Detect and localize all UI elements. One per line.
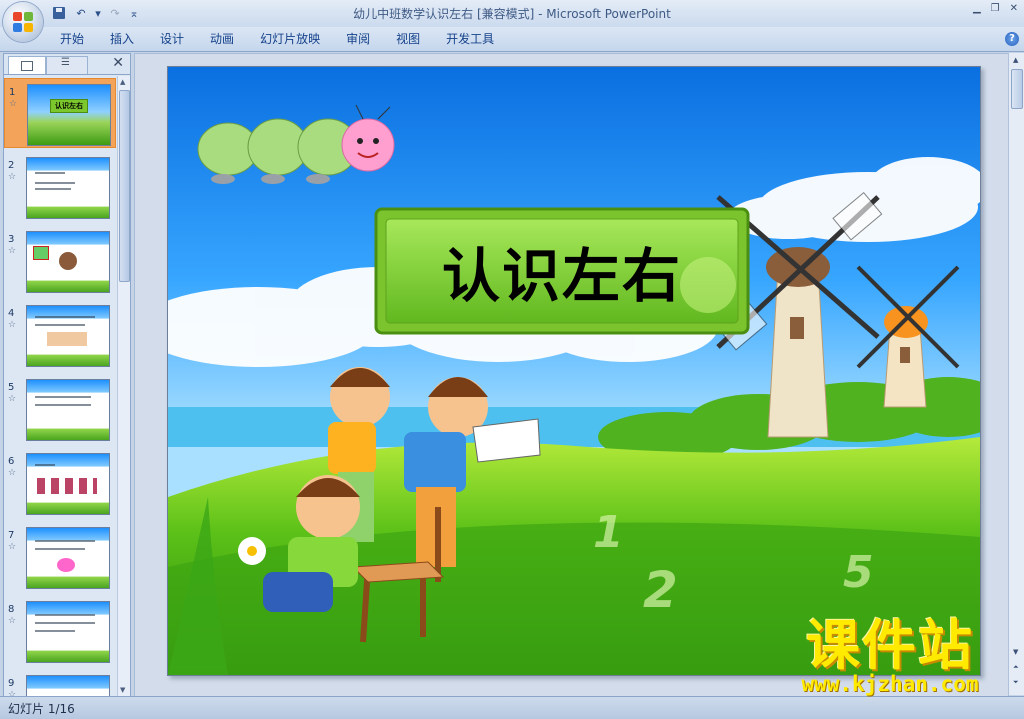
watermark-logo: 课件站 — [806, 614, 974, 677]
star-icon: ☆ — [8, 172, 17, 182]
slide-tab-icon — [21, 61, 33, 71]
slide-title[interactable]: 认识左右 — [376, 243, 748, 309]
close-icon[interactable]: ✕ — [112, 55, 124, 71]
outline-tab[interactable]: ☰ — [46, 56, 88, 74]
restore-button[interactable]: ❐ — [991, 3, 1000, 14]
tab-home[interactable]: 开始 — [47, 30, 97, 48]
office-button-icon — [13, 12, 33, 32]
slide-thumbnail[interactable]: 4 ☆ — [4, 300, 116, 370]
svg-text:1: 1 — [593, 507, 624, 558]
slide-indicator: 幻灯片 1/16 — [8, 702, 75, 716]
tab-view[interactable]: 视图 — [383, 30, 433, 48]
outline-tab-icon: ☰ — [61, 57, 70, 68]
help-icon[interactable]: ? — [1005, 32, 1019, 46]
tab-developer[interactable]: 开发工具 — [433, 30, 507, 48]
thumbnail-title: 认识左右 — [50, 99, 88, 113]
previous-slide-icon[interactable]: ⏶ — [1013, 663, 1019, 672]
tab-design[interactable]: 设计 — [147, 30, 197, 48]
slide-thumbnail[interactable]: 6 ☆ — [4, 448, 116, 518]
title-bar: ↶ ▾ ↷ ⌅ 幼儿中班数学认识左右 [兼容模式] - Microsoft Po… — [0, 0, 1024, 27]
scroll-thumb[interactable] — [1011, 69, 1023, 109]
thumbnail-image — [26, 601, 110, 663]
slides-tab[interactable] — [8, 56, 46, 74]
tab-slideshow[interactable]: 幻灯片放映 — [247, 30, 333, 48]
scroll-down-icon[interactable]: ▼ — [1013, 648, 1018, 656]
tab-animation[interactable]: 动画 — [197, 30, 247, 48]
slide-thumbnail[interactable]: 3 ☆ — [4, 226, 116, 296]
thumbnail-image — [26, 453, 110, 515]
slide-thumbnail[interactable]: 1 ☆ 认识左右 — [4, 78, 116, 148]
window-controls: ▁ ❐ ✕ — [973, 3, 1018, 14]
slide-canvas[interactable]: 1 2 5 认识左右 — [167, 66, 981, 676]
star-icon: ☆ — [8, 246, 17, 256]
scroll-up-icon[interactable]: ▲ — [120, 78, 125, 86]
scroll-up-icon[interactable]: ▲ — [1013, 56, 1018, 64]
thumbnail-image — [26, 675, 110, 696]
thumbnail-list: 1 ☆ 认识左右 2 ☆ 3 ☆ 4 ☆ 5 ☆ 6 ☆ 7 ☆ 8 ☆ 9 ☆ — [4, 76, 116, 696]
close-button[interactable]: ✕ — [1010, 3, 1018, 14]
thumbnail-image — [26, 527, 110, 589]
slide-thumbnail[interactable]: 8 ☆ — [4, 596, 116, 666]
slide-scrollbar[interactable]: ▲ ▼ ⏶ ⏷ — [1008, 53, 1024, 695]
scroll-down-icon[interactable]: ▼ — [120, 686, 125, 694]
office-button[interactable] — [3, 2, 43, 42]
tab-insert[interactable]: 插入 — [97, 30, 147, 48]
thumbnail-image: 认识左右 — [27, 84, 111, 146]
thumbnail-image — [26, 379, 110, 441]
star-icon: ☆ — [8, 616, 17, 626]
star-icon: ☆ — [9, 99, 18, 109]
thumbnail-image — [26, 157, 110, 219]
star-icon: ☆ — [8, 542, 17, 552]
watermark: 课件站 www.kjzhan.com — [775, 614, 1005, 697]
next-slide-icon[interactable]: ⏷ — [1013, 678, 1019, 687]
minimize-button[interactable]: ▁ — [973, 3, 981, 14]
scroll-thumb[interactable] — [119, 90, 130, 282]
ribbon: 开始 插入 设计 动画 幻灯片放映 审阅 视图 开发工具 ? — [0, 27, 1024, 52]
slide-thumbnail[interactable]: 2 ☆ — [4, 152, 116, 222]
thumbnail-image — [26, 305, 110, 367]
slides-panel: ☰ ✕ 1 ☆ 认识左右 2 ☆ 3 ☆ 4 ☆ 5 ☆ 6 ☆ 7 ☆ 8 ☆… — [3, 53, 131, 697]
svg-text:5: 5 — [843, 547, 874, 598]
star-icon: ☆ — [8, 468, 17, 478]
watermark-url: www.kjzhan.com — [801, 672, 979, 696]
tab-review[interactable]: 审阅 — [333, 30, 383, 48]
ribbon-tabs: 开始 插入 设计 动画 幻灯片放映 审阅 视图 开发工具 — [47, 30, 507, 48]
panel-tabs: ☰ ✕ — [4, 54, 130, 75]
slide-thumbnail[interactable]: 5 ☆ — [4, 374, 116, 444]
panel-scrollbar[interactable]: ▲ ▼ — [117, 76, 130, 696]
slide-thumbnail[interactable]: 7 ☆ — [4, 522, 116, 592]
window-title: 幼儿中班数学认识左右 [兼容模式] - Microsoft PowerPoint — [353, 7, 671, 21]
status-bar: 幻灯片 1/16 — [0, 696, 1024, 719]
slide-thumbnail[interactable]: 9 ☆ — [4, 670, 116, 696]
svg-text:2: 2 — [643, 561, 678, 619]
slide-artwork: 1 2 5 — [168, 67, 980, 675]
star-icon: ☆ — [8, 320, 17, 330]
thumbnail-image — [26, 231, 110, 293]
star-icon: ☆ — [8, 394, 17, 404]
